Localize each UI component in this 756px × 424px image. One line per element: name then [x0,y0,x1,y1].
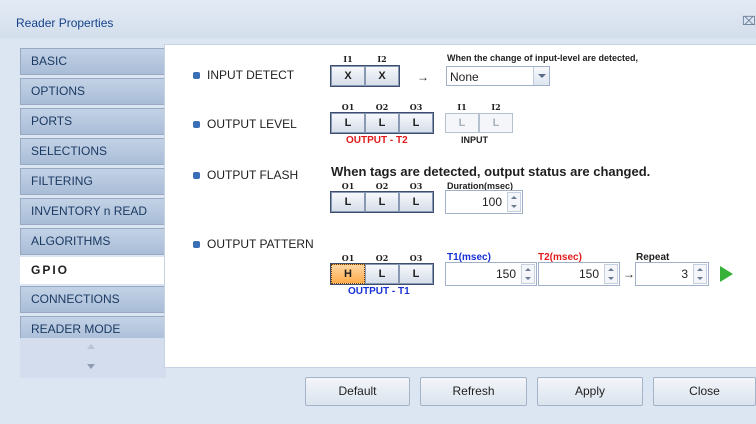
output-pattern-header-o3: O3 [409,253,423,263]
apply-button[interactable]: Apply [537,377,643,406]
t2-input[interactable]: 150 [538,262,620,286]
bullet-icon [193,172,200,179]
output-flash-header-o1: O1 [341,181,355,191]
input-caption: INPUT [461,135,488,145]
sidebar-item-ports[interactable]: PORTS [20,108,166,135]
t2-value: 150 [578,267,599,281]
output-flash-hint: When tags are detected, output status ar… [331,164,651,179]
input-detect-i1-button[interactable]: X [331,66,365,86]
scroll-down-icon[interactable] [87,364,95,369]
input-detect-label: INPUT DETECT [207,68,295,82]
output-pattern-label: OUTPUT PATTERN [207,237,314,251]
input-detect-action-value: None [450,70,479,84]
spin-up-icon[interactable] [608,268,614,271]
chevron-down-icon[interactable] [533,67,549,85]
input-detect-arrow: → [417,70,429,84]
default-button[interactable]: Default [305,377,410,406]
output-level-caption: OUTPUT - T2 [346,135,408,146]
sidebar-item-filtering[interactable]: FILTERING [20,168,166,195]
output-level-header-i1: I1 [457,102,467,112]
input-detect-header-i2: I2 [377,54,387,64]
output-pattern-o2-button[interactable]: L [365,264,399,284]
repeat-value: 3 [681,267,688,281]
output-flash-label: OUTPUT FLASH [207,168,299,182]
bullet-icon [193,241,200,248]
output-level-header-o3: O3 [409,102,423,112]
play-icon[interactable] [720,266,733,282]
sidebar-item-algorithms[interactable]: ALGORITHMS [20,228,166,255]
output-pattern-o1-button[interactable]: H [331,264,365,284]
sidebar-item-basic[interactable]: BASIC [20,48,166,75]
output-level-i1-indicator: L [445,113,479,133]
output-level-label: OUTPUT LEVEL [207,117,297,131]
output-flash-o3-button[interactable]: L [399,192,433,212]
output-level-o2-button[interactable]: L [365,113,399,133]
spin-down-icon[interactable] [608,277,614,280]
output-flash-header-o3: O3 [409,181,423,191]
sidebar-item-options[interactable]: OPTIONS [20,78,166,105]
sidebar-item-gpio[interactable]: GPIO [20,257,170,284]
repeat-input[interactable]: 3 [635,262,709,286]
output-level-header-o1: O1 [341,102,355,112]
close-icon[interactable]: ⌧ [742,15,756,27]
output-pattern-caption: OUTPUT - T1 [348,286,410,297]
spin-up-icon[interactable] [697,268,703,271]
sidebar-item-selections[interactable]: SELECTIONS [20,138,166,165]
output-pattern-header-o2: O2 [375,253,389,263]
output-level-header-i2: I2 [491,102,501,112]
t2-stepper[interactable] [604,264,618,284]
output-level-o1-button[interactable]: L [331,113,365,133]
duration-stepper[interactable] [507,192,521,212]
title-bar: Reader Properties ⌧ [0,0,756,38]
duration-value: 100 [481,195,502,209]
output-flash-o2-button[interactable]: L [365,192,399,212]
sidebar-item-inventory-n-read[interactable]: INVENTORY n READ [20,198,166,225]
sidebar-item-connections[interactable]: CONNECTIONS [20,286,166,313]
refresh-button[interactable]: Refresh [420,377,527,406]
input-detect-action-select[interactable]: None [446,66,550,86]
close-button[interactable]: Close [653,377,756,406]
t1-value: 150 [495,267,516,281]
output-level-header-o2: O2 [375,102,389,112]
output-level-i2-indicator: L [479,113,513,133]
spin-down-icon[interactable] [511,205,517,208]
input-detect-i2-button[interactable]: X [365,66,399,86]
output-flash-header-o2: O2 [375,181,389,191]
input-detect-hint: When the change of input-level are detec… [447,53,639,63]
sidebar-scroller [20,338,166,378]
output-pattern-header-o1: O1 [341,253,355,263]
window-title: Reader Properties [16,16,114,30]
input-detect-header-i1: I1 [343,54,353,64]
bullet-icon [193,121,200,128]
spin-up-icon[interactable] [511,196,517,199]
scroll-up-icon[interactable] [87,344,95,349]
output-pattern-o3-button[interactable]: L [399,264,433,284]
output-level-o3-button[interactable]: L [399,113,433,133]
duration-input[interactable]: 100 [445,190,523,214]
t1-stepper[interactable] [521,264,535,284]
gpio-panel: INPUT DETECT I1 I2 X X → When the change… [164,44,756,368]
spin-up-icon[interactable] [525,268,531,271]
spin-down-icon[interactable] [525,277,531,280]
repeat-stepper[interactable] [693,264,707,284]
pattern-arrow: → [623,267,635,281]
bullet-icon [193,72,200,79]
output-flash-o1-button[interactable]: L [331,192,365,212]
spin-down-icon[interactable] [697,277,703,280]
t1-input[interactable]: 150 [445,262,537,286]
